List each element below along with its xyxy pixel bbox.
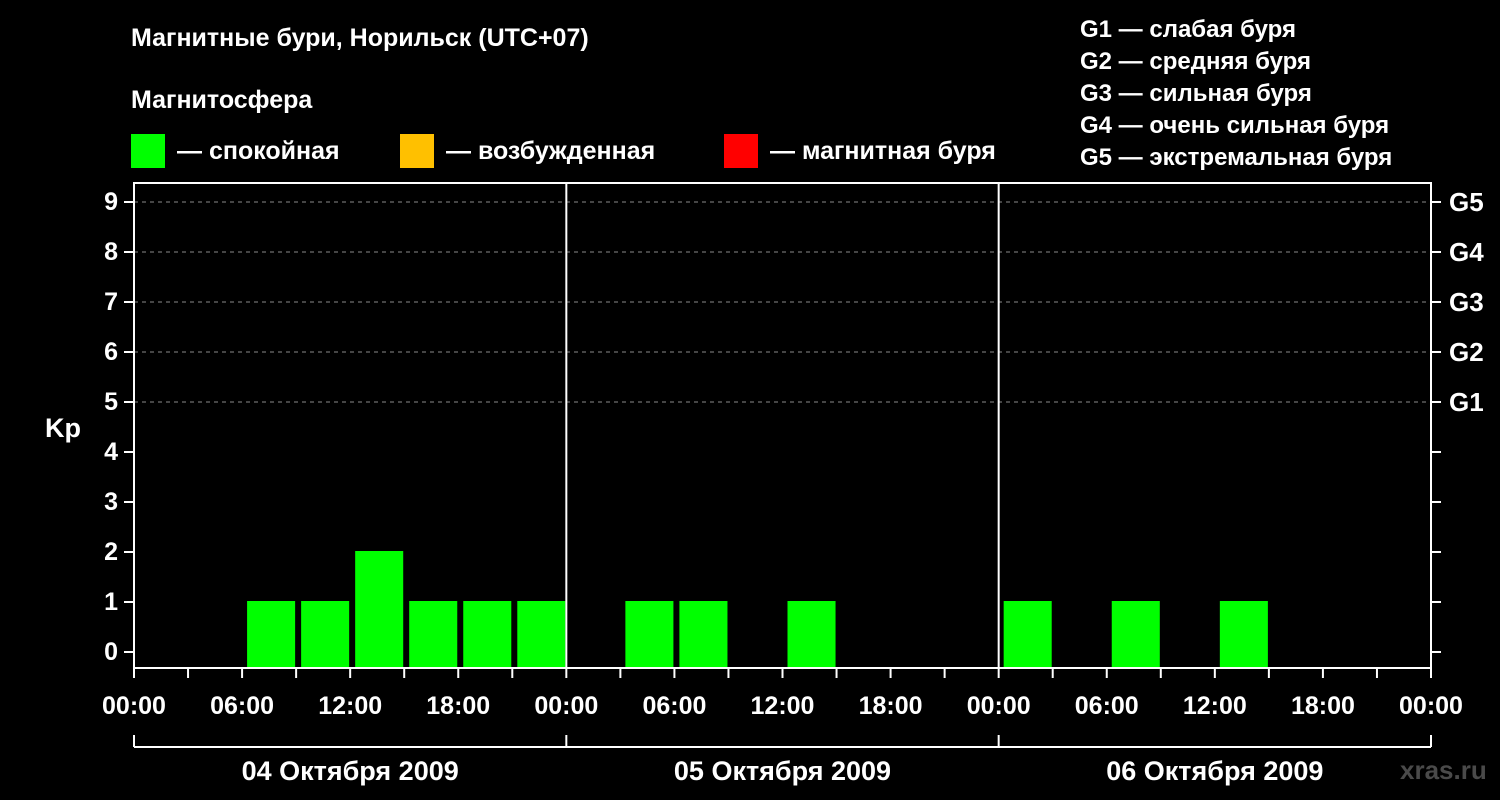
x-tick-label: 06:00 [642, 692, 706, 720]
g-tick-label: G2 [1449, 337, 1484, 367]
x-tick-label: 00:00 [102, 692, 166, 720]
x-tick-label: 18:00 [859, 692, 923, 720]
kp-bar [1111, 601, 1160, 668]
y-tick-label: 5 [104, 388, 118, 416]
kp-bar [517, 601, 566, 668]
kp-chart: 0 1 2 3 4 5 6 7 8 9 G1 G2 G3 G4 G5 Kp 00:00 06:00 12:00 18:… [45, 182, 1484, 786]
x-tick-label: 06:00 [1075, 692, 1139, 720]
plot-frame [133, 182, 1432, 669]
x-tick-label: 12:00 [318, 692, 382, 720]
g-tick-label: G5 [1449, 187, 1484, 217]
g-tick-label: G3 [1449, 287, 1484, 317]
kp-bar [301, 601, 350, 668]
kp-bar [409, 601, 458, 668]
kp-bar [1003, 601, 1052, 668]
y-tick-label: 6 [104, 338, 118, 366]
g-tick-label: G4 [1449, 237, 1484, 267]
kp-bar [463, 601, 512, 668]
y-tick-label: 0 [104, 638, 118, 666]
kp-bar [625, 601, 674, 668]
x-tick-label: 06:00 [210, 692, 274, 720]
x-tick-label: 12:00 [751, 692, 815, 720]
x-tick-label: 00:00 [534, 692, 598, 720]
kp-bar [355, 551, 404, 668]
x-tick-label: 00:00 [967, 692, 1031, 720]
y-tick-label: 8 [104, 238, 118, 266]
watermark: xras.ru [1400, 755, 1487, 785]
kp-bar [679, 601, 728, 668]
kp-bar [787, 601, 836, 668]
y-tick-label: 9 [104, 188, 118, 216]
y-axis-label: Kp [45, 413, 81, 443]
date-label: 05 Октября 2009 [674, 756, 891, 786]
y-tick-label: 1 [104, 588, 118, 616]
kp-bar [1219, 601, 1268, 668]
x-tick-label: 12:00 [1183, 692, 1247, 720]
y-tick-label: 3 [104, 488, 118, 516]
date-label: 06 Октября 2009 [1106, 756, 1323, 786]
g-tick-label: G1 [1449, 387, 1484, 417]
x-tick-label: 18:00 [1291, 692, 1355, 720]
y-tick-label: 4 [104, 438, 118, 466]
kp-bar [247, 601, 296, 668]
x-tick-label: 18:00 [426, 692, 490, 720]
y-tick-label: 7 [104, 288, 118, 316]
date-label: 04 Октября 2009 [242, 756, 459, 786]
y-tick-label: 2 [104, 538, 118, 566]
x-tick-label: 00:00 [1399, 692, 1463, 720]
